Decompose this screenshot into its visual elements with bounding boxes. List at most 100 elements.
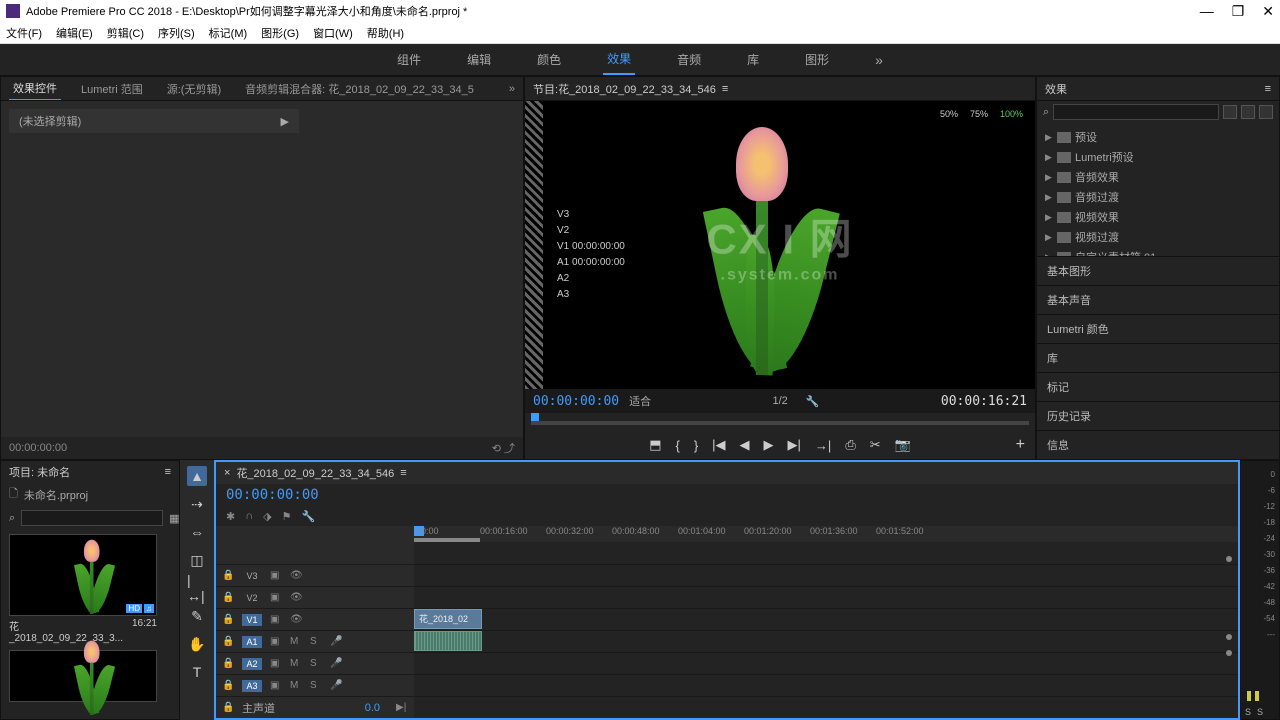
menu-graphics[interactable]: 图形(G) (261, 25, 299, 41)
workspace-graphics[interactable]: 图形 (801, 45, 833, 74)
program-fit[interactable]: 适合 (629, 393, 651, 409)
project-clip-thumb[interactable]: HD♫ (9, 534, 157, 616)
track-a3[interactable]: 🔒A3▣MS🎤 (216, 674, 414, 696)
master-value[interactable]: 0.0 (365, 702, 380, 714)
effects-folder-audio-fx[interactable]: ▶音频效果 (1037, 167, 1279, 187)
no-clip-row[interactable]: (未选择剪辑) ▶ (9, 109, 299, 133)
program-zoom-select[interactable]: 1/2 (773, 395, 788, 407)
playhead-icon[interactable] (531, 413, 539, 421)
effects-menu-icon[interactable]: ≡ (1265, 83, 1271, 95)
program-monitor[interactable]: 50% 75% 100% V3 V2 V1 00:00:00:00 A1 00:… (525, 101, 1035, 389)
tab-lumetri-color[interactable]: Lumetri 颜色 (1037, 314, 1279, 343)
keyframe-dot[interactable] (1226, 634, 1232, 640)
timeline-close[interactable]: × (224, 467, 230, 479)
keyframe-dot[interactable] (1226, 556, 1232, 562)
project-search-input[interactable] (21, 510, 163, 526)
menu-file[interactable]: 文件(F) (6, 25, 42, 41)
track-master[interactable]: 🔒主声道0.0▶| (216, 696, 414, 718)
timeline-seq-name[interactable]: 花_2018_02_09_22_33_34_546 (236, 465, 394, 481)
mark-in-icon[interactable]: ⬒ (649, 437, 661, 453)
timeline-timecode[interactable]: 00:00:00:00 (226, 487, 319, 503)
menu-window[interactable]: 窗口(W) (313, 25, 353, 41)
effects-folder-video-trans[interactable]: ▶视频过渡 (1037, 227, 1279, 247)
track-v1[interactable]: 🔒V1▣👁 (216, 608, 414, 630)
tab-markers[interactable]: 标记 (1037, 372, 1279, 401)
keyframe-dot[interactable] (1226, 650, 1232, 656)
step-fwd-icon[interactable]: ▶| (788, 437, 801, 453)
maximize-button[interactable]: ❐ (1232, 3, 1245, 20)
program-menu-icon[interactable]: ≡ (722, 83, 728, 95)
razor-tool[interactable]: ◫ (187, 550, 207, 570)
solo-r[interactable]: S (1257, 707, 1263, 717)
tab-source-noclip[interactable]: 源:(无剪辑) (163, 78, 225, 100)
menu-marker[interactable]: 标记(M) (209, 25, 248, 41)
wrench-icon[interactable]: 🔧 (806, 395, 820, 408)
type-tool[interactable]: T (187, 662, 207, 682)
extract-icon[interactable]: ✂ (870, 437, 881, 453)
effects-folder-video-fx[interactable]: ▶视频效果 (1037, 207, 1279, 227)
fx-badge-3-icon[interactable] (1259, 105, 1273, 119)
menu-edit[interactable]: 编辑(E) (56, 25, 93, 41)
close-button[interactable]: ✕ (1262, 3, 1274, 20)
workspace-effects[interactable]: 效果 (603, 44, 635, 75)
tab-essential-sound[interactable]: 基本声音 (1037, 285, 1279, 314)
linked-sel-icon[interactable]: ∩ (245, 510, 253, 522)
project-menu-icon[interactable]: ≡ (165, 466, 171, 478)
tab-essential-graphics[interactable]: 基本图形 (1037, 256, 1279, 285)
export-frame-icon[interactable]: 📷 (895, 437, 911, 453)
effects-folder-custom-bin[interactable]: ▶自定义素材箱 01 (1037, 247, 1279, 256)
tab-libraries[interactable]: 库 (1037, 343, 1279, 372)
workspace-editing[interactable]: 编辑 (463, 45, 495, 74)
flag-icon[interactable]: ⚑ (282, 510, 292, 523)
menu-sequence[interactable]: 序列(S) (158, 25, 195, 41)
workspace-color[interactable]: 颜色 (533, 45, 565, 74)
selection-tool[interactable]: ▲ (187, 466, 207, 486)
effects-folder-audio-trans[interactable]: ▶音频过渡 (1037, 187, 1279, 207)
bracket-in-icon[interactable]: { (675, 438, 679, 453)
slip-tool[interactable]: |↔| (187, 578, 207, 598)
workspace-more[interactable]: » (871, 46, 887, 74)
effects-folder-presets[interactable]: ▶预设 (1037, 127, 1279, 147)
hand-tool[interactable]: ✋ (187, 634, 207, 654)
goto-out-icon[interactable]: →| (815, 438, 831, 453)
fx-badge-2-icon[interactable] (1241, 105, 1255, 119)
track-a1[interactable]: 🔒A1▣MS🎤 (216, 630, 414, 652)
project-folder-icon[interactable]: ▦ (169, 512, 179, 525)
timeline-seq-menu[interactable]: ≡ (400, 467, 406, 479)
workspace-libraries[interactable]: 库 (743, 45, 763, 74)
menu-clip[interactable]: 剪辑(C) (107, 25, 144, 41)
marker-icon[interactable]: ⬗ (263, 510, 271, 523)
tab-effect-controls[interactable]: 效果控件 (9, 77, 61, 100)
ripple-tool[interactable]: ⇔ (187, 522, 207, 542)
add-button-icon[interactable]: + (1016, 436, 1025, 454)
lift-icon[interactable]: ⎙ (845, 437, 855, 453)
settings-icon[interactable]: 🔧 (301, 510, 315, 523)
solo-l[interactable]: S (1245, 707, 1251, 717)
step-back-icon[interactable]: ◀ (740, 437, 750, 453)
workspace-assembly[interactable]: 组件 (393, 45, 425, 74)
track-select-tool[interactable]: ⇢ (187, 494, 207, 514)
program-ruler[interactable] (525, 413, 1035, 431)
effects-folder-lumetri[interactable]: ▶Lumetri预设 (1037, 147, 1279, 167)
track-v2[interactable]: 🔒V2▣👁 (216, 586, 414, 608)
effects-search-input[interactable] (1053, 104, 1219, 120)
tab-info[interactable]: 信息 (1037, 430, 1279, 459)
tab-lumetri-scopes[interactable]: Lumetri 范围 (77, 78, 147, 100)
project-clip-thumb-2[interactable] (9, 650, 157, 702)
source-overflow[interactable]: » (509, 83, 515, 95)
play-icon[interactable]: ▶ (764, 437, 774, 453)
program-tc-current[interactable]: 00:00:00:00 (533, 394, 619, 409)
video-clip-v1[interactable]: 花_2018_02 (414, 609, 482, 629)
snap-icon[interactable]: ✱ (226, 510, 235, 523)
menu-help[interactable]: 帮助(H) (367, 25, 404, 41)
bracket-out-icon[interactable]: } (694, 438, 698, 453)
goto-in-icon[interactable]: |◀ (712, 437, 725, 453)
track-v3[interactable]: 🔒V3▣👁 (216, 564, 414, 586)
audio-clip-a1[interactable] (414, 631, 482, 651)
timeline-ruler[interactable]: 00:00 00:00:16:00 00:00:32:00 00:00:48:0… (414, 526, 1238, 542)
pen-tool[interactable]: ✎ (187, 606, 207, 626)
workspace-audio[interactable]: 音频 (673, 45, 705, 74)
track-a2[interactable]: 🔒A2▣MS🎤 (216, 652, 414, 674)
minimize-button[interactable]: — (1200, 3, 1214, 20)
tab-history[interactable]: 历史记录 (1037, 401, 1279, 430)
